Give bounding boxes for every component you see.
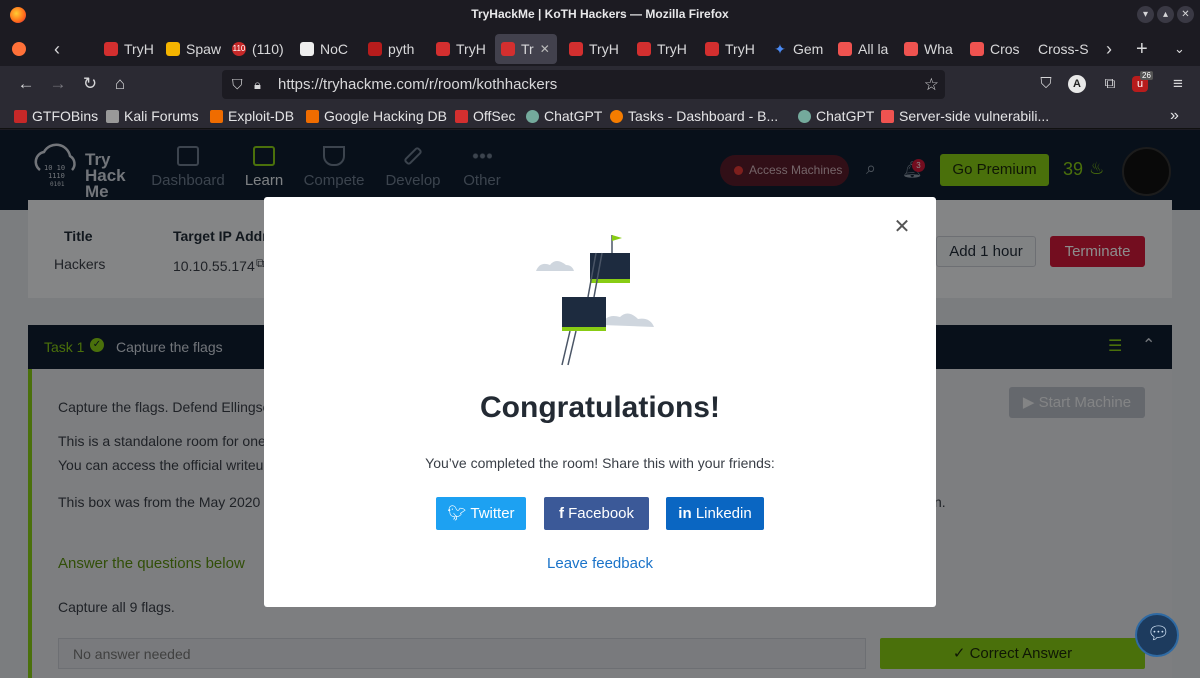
close-icon[interactable]: ✕ [892, 217, 912, 237]
tab-favicon-icon [436, 42, 450, 56]
bookmark-favicon-icon [455, 109, 468, 123]
leave-feedback-link[interactable]: Leave feedback [264, 555, 936, 572]
bookmark-item[interactable]: GTFOBins [14, 107, 98, 125]
tab-item[interactable]: Spaw [160, 34, 222, 64]
bookmark-item[interactable]: ChatGPT [526, 107, 602, 125]
floating-cubes-illustration [536, 235, 654, 366]
tab-item[interactable]: Cross-S [1032, 34, 1092, 64]
modal-heading: Congratulations! [480, 391, 720, 424]
chat-support-button[interactable]: 💬︎ [1135, 613, 1179, 657]
kali-dragon-icon [106, 109, 119, 123]
firefox-menu-icon[interactable] [6, 34, 40, 64]
extensions-icon[interactable]: ⧉ [1100, 74, 1120, 94]
tab-item[interactable]: TryH [563, 34, 625, 64]
tab-item[interactable]: Cros [964, 34, 1026, 64]
bookmark-item[interactable]: Exploit-DB [210, 107, 294, 125]
tab-favicon-icon [569, 42, 583, 56]
tab-favicon-icon [637, 42, 651, 56]
bookmark-favicon-icon [14, 109, 27, 123]
bookmark-favicon-icon [306, 109, 319, 123]
tab-item-active[interactable]: Tr ✕ [495, 34, 557, 64]
tab-favicon-icon [904, 42, 918, 56]
back-icon[interactable]: ← [16, 74, 36, 94]
congratulations-modal: ✕ Congratulations! You’ve completed the … [264, 197, 936, 607]
bookmark-favicon-icon [210, 109, 223, 123]
tab-item[interactable]: TryH [631, 34, 693, 64]
modal-subtext: You’ve completed the room! Share this wi… [425, 455, 775, 471]
tab-favicon-icon [501, 42, 515, 56]
tab-favicon-icon [970, 42, 984, 56]
tab-item[interactable]: Wha [898, 34, 960, 64]
linkedin-share-button[interactable]: in Linkedin [666, 497, 764, 530]
bookmark-item[interactable]: Google Hacking DB [306, 107, 447, 125]
bookmark-item[interactable]: Server-side vulnerabili... [881, 107, 1049, 125]
extension-badge: 26 [1140, 71, 1153, 80]
bookmarks-toolbar: GTFOBins Kali Forums Exploit-DB Google H… [0, 103, 1200, 129]
tab-item[interactable]: TryH [430, 34, 490, 64]
linkedin-icon: in [678, 505, 692, 522]
account-icon[interactable]: A [1068, 75, 1086, 93]
tab-favicon-icon [300, 42, 314, 56]
bookmark-item[interactable]: OffSec [455, 107, 516, 125]
close-window-icon[interactable]: ✕ [1177, 6, 1194, 23]
bookmark-item[interactable]: ChatGPT [798, 107, 874, 125]
window-titlebar: TryHackMe | KoTH Hackers — Mozilla Firef… [0, 0, 1200, 30]
app-menu-icon[interactable]: ≡ [1168, 74, 1188, 94]
bookmark-favicon-icon [610, 109, 623, 123]
firefox-logo-icon [10, 7, 26, 23]
bookmarks-overflow-icon[interactable]: » [1170, 107, 1179, 125]
tab-item[interactable]: 110 (110) [226, 34, 292, 64]
chatgpt-icon [798, 109, 811, 123]
bookmark-star-icon[interactable]: ☆ [924, 70, 939, 99]
bookmark-item[interactable]: Tasks - Dashboard - B... [610, 107, 778, 125]
tab-close-icon[interactable]: ✕ [540, 42, 550, 56]
bookmark-item[interactable]: Kali Forums [106, 107, 199, 125]
tab-item[interactable]: All la [832, 34, 894, 64]
bookmark-favicon-icon [881, 109, 894, 123]
chatgpt-icon [526, 109, 539, 123]
facebook-share-button[interactable]: f Facebook [544, 497, 649, 530]
list-tabs-icon[interactable]: ⌄ [1168, 34, 1192, 64]
tab-scroll-left-icon[interactable]: ‹ [48, 34, 70, 64]
tab-item[interactable]: TryH [98, 34, 160, 64]
minimize-icon[interactable]: ▾ [1137, 6, 1154, 23]
maximize-icon[interactable]: ▴ [1157, 6, 1174, 23]
tab-favicon-icon [838, 42, 852, 56]
tab-strip: ‹ TryH Spaw 110 (110) NoC pyth TryH Tr ✕ T… [0, 30, 1200, 66]
pocket-icon[interactable]: ⛉ [1036, 74, 1056, 94]
page-viewport: 10 10 1110 0101 Try Hack Me Dashboard Le… [0, 130, 1200, 678]
gemini-icon: ✦ [774, 41, 786, 57]
window-title: TryHackMe | KoTH Hackers — Mozilla Firef… [471, 7, 729, 21]
tab-item[interactable]: NoC [294, 34, 354, 64]
tab-favicon-icon [104, 42, 118, 56]
facebook-icon: f [558, 505, 564, 522]
tab-scroll-right-icon[interactable]: › [1100, 34, 1118, 64]
tab-favicon-icon [166, 42, 180, 56]
url-text[interactable]: https://tryhackme.com/r/room/kothhackers [278, 76, 557, 93]
url-bar[interactable]: ⛉ 🔒︎ https://tryhackme.com/r/room/kothha… [222, 70, 945, 99]
twitter-icon: 🐦︎ [447, 505, 467, 522]
home-icon[interactable]: ⌂ [110, 74, 130, 94]
tab-notification-badge: 110 [232, 42, 246, 56]
shield-icon[interactable]: ⛉ [232, 70, 243, 99]
tab-item[interactable]: ✦ Gem [767, 34, 829, 64]
tab-favicon-icon [368, 42, 382, 56]
twitter-share-button[interactable]: 🐦︎ Twitter [436, 497, 526, 530]
tab-item[interactable]: TryH [699, 34, 761, 64]
tab-item[interactable]: pyth [362, 34, 422, 64]
reload-icon[interactable]: ↻ [80, 74, 100, 94]
forward-icon[interactable]: → [48, 74, 68, 94]
lock-icon: 🔒︎ [254, 77, 261, 92]
chat-bubble-icon: 💬︎ [1147, 623, 1170, 643]
new-tab-icon[interactable]: + [1130, 34, 1154, 64]
tab-favicon-icon [705, 42, 719, 56]
navigation-toolbar: ← → ↻ ⌂ ⛉ 🔒︎ https://tryhackme.com/r/roo… [0, 66, 1200, 103]
